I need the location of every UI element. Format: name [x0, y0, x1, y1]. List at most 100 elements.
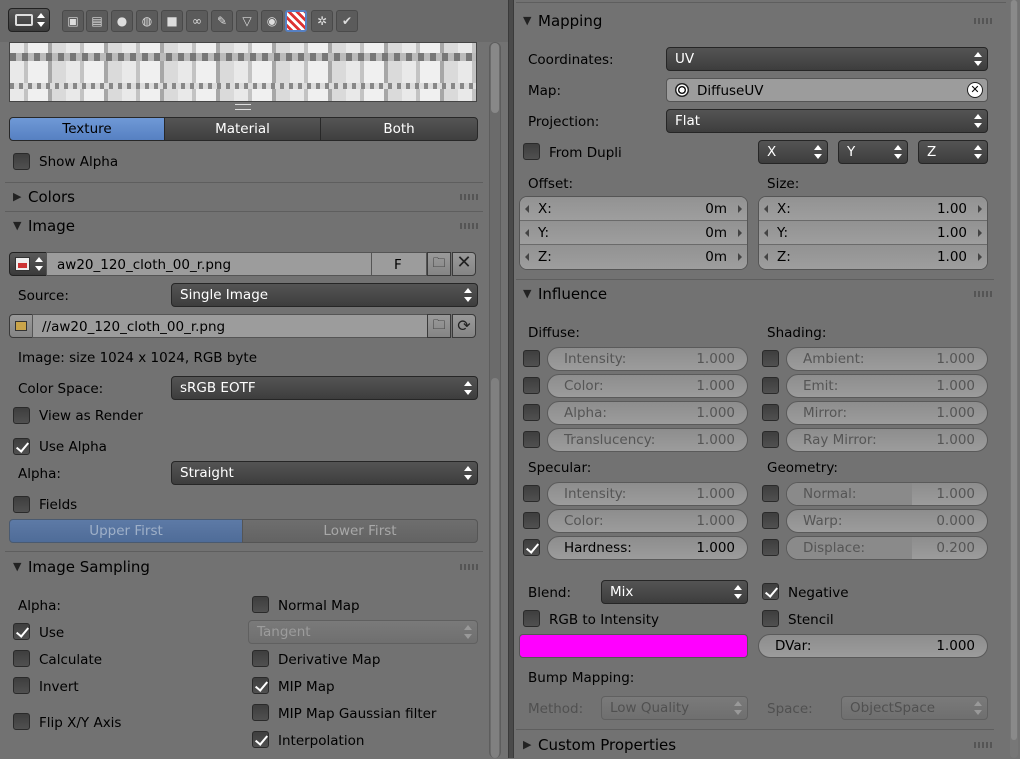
diffuse-translucency-checkbox[interactable] [523, 431, 540, 448]
interpolation-checkbox[interactable] [252, 731, 269, 748]
calculate-checkbox[interactable] [13, 650, 30, 667]
source-dropdown[interactable]: Single Image [171, 283, 478, 307]
geometry-normal-checkbox[interactable] [762, 485, 779, 502]
geometry-normal-slider[interactable]: Normal: 1.000 [786, 482, 988, 506]
upper-first-toggle[interactable]: Upper First [9, 519, 243, 543]
fields-checkbox[interactable] [13, 496, 30, 513]
shading-ray-mirror-checkbox[interactable] [762, 431, 779, 448]
pack-icon[interactable] [9, 314, 33, 338]
image-sampling-panel-header[interactable]: ▼ Image Sampling [10, 555, 480, 581]
tab-both[interactable]: Both [320, 117, 478, 141]
flip-xy-checkbox[interactable] [13, 713, 30, 730]
offset-y-field[interactable]: Y: 0m [520, 221, 747, 245]
increment-arrow-icon[interactable] [978, 253, 982, 261]
axis-y-dropdown[interactable]: Y [838, 140, 908, 164]
file-browse-icon[interactable]: 🗀 [427, 314, 451, 338]
mip-map-checkbox[interactable] [252, 677, 269, 694]
open-folder-icon[interactable]: 🗀 [427, 252, 451, 276]
normal-map-checkbox[interactable] [252, 596, 269, 613]
drag-grip-icon[interactable] [460, 223, 478, 229]
diffuse-intensity-checkbox[interactable] [523, 350, 540, 367]
derivative-map-checkbox[interactable] [252, 650, 269, 667]
axis-x-dropdown[interactable]: X [758, 140, 828, 164]
left-scrollbar-thumb[interactable] [491, 43, 499, 113]
tab-texture[interactable]: Texture [9, 117, 165, 141]
mapping-panel-header[interactable]: ▼ Mapping [520, 9, 992, 35]
particles-icon[interactable]: ✲ [311, 10, 333, 32]
bump-method-dropdown[interactable]: Low Quality [601, 696, 748, 720]
uv-map-field[interactable]: DiffuseUV ✕ [666, 78, 988, 102]
negative-checkbox[interactable] [762, 583, 779, 600]
render-layers-icon[interactable]: ▤ [86, 10, 108, 32]
drag-grip-icon[interactable] [974, 291, 992, 297]
diffuse-color-checkbox[interactable] [523, 377, 540, 394]
specular-hardness-checkbox[interactable] [523, 539, 540, 556]
increment-arrow-icon[interactable] [978, 229, 982, 237]
invert-checkbox[interactable] [13, 677, 30, 694]
lower-first-toggle[interactable]: Lower First [242, 519, 478, 543]
normal-space-dropdown[interactable]: Tangent [248, 620, 478, 644]
modifiers-icon[interactable]: ✎ [211, 10, 233, 32]
reload-icon[interactable]: ⟳ [452, 314, 476, 338]
specular-intensity-slider[interactable]: Intensity: 1.000 [547, 482, 748, 506]
decrement-arrow-icon[interactable] [764, 253, 768, 261]
mip-gaussian-checkbox[interactable] [252, 704, 269, 721]
coordinates-dropdown[interactable]: UV [666, 47, 988, 71]
decrement-arrow-icon[interactable] [764, 229, 768, 237]
geometry-warp-checkbox[interactable] [762, 512, 779, 529]
offset-z-field[interactable]: Z: 0m [520, 245, 747, 269]
image-name-field[interactable]: aw20_120_cloth_00_r.png [46, 252, 372, 276]
image-browse-button[interactable] [9, 252, 47, 276]
influence-panel-header[interactable]: ▼ Influence [520, 282, 992, 308]
use-alpha-checkbox[interactable] [13, 438, 30, 455]
scene-icon[interactable]: ● [111, 10, 133, 32]
data-icon[interactable]: ▽ [236, 10, 258, 32]
size-x-field[interactable]: X: 1.00 [759, 197, 987, 221]
world-icon[interactable]: ◍ [136, 10, 158, 32]
shading-ambient-checkbox[interactable] [762, 350, 779, 367]
texture-color-swatch[interactable] [519, 634, 748, 658]
shading-mirror-slider[interactable]: Mirror: 1.000 [786, 401, 988, 425]
image-panel-header[interactable]: ▼ Image [10, 214, 480, 240]
rgb-to-intensity-checkbox[interactable] [523, 610, 540, 627]
diffuse-alpha-slider[interactable]: Alpha: 1.000 [547, 401, 748, 425]
stencil-checkbox[interactable] [762, 610, 779, 627]
close-icon[interactable]: ✕ [452, 252, 476, 276]
geometry-displace-checkbox[interactable] [762, 539, 779, 556]
alpha-mode-dropdown[interactable]: Straight [171, 461, 478, 485]
specular-color-checkbox[interactable] [523, 512, 540, 529]
material-icon[interactable]: ◉ [261, 10, 283, 32]
projection-dropdown[interactable]: Flat [666, 109, 988, 133]
decrement-arrow-icon[interactable] [525, 205, 529, 213]
dvar-slider[interactable]: DVar: 1.000 [758, 634, 988, 658]
physics-icon[interactable]: ✔ [336, 10, 358, 32]
diffuse-intensity-slider[interactable]: Intensity: 1.000 [547, 347, 748, 371]
clear-icon[interactable]: ✕ [967, 82, 983, 98]
object-icon[interactable]: ■ [161, 10, 183, 32]
decrement-arrow-icon[interactable] [764, 205, 768, 213]
specular-intensity-checkbox[interactable] [523, 485, 540, 502]
drag-grip-icon[interactable] [460, 564, 478, 570]
right-scrollbar-thumb[interactable] [1011, 0, 1017, 740]
bump-space-dropdown[interactable]: ObjectSpace [841, 696, 988, 720]
custom-properties-panel-header[interactable]: ▶ Custom Properties [520, 733, 992, 759]
offset-x-field[interactable]: X: 0m [520, 197, 747, 221]
shading-ambient-slider[interactable]: Ambient: 1.000 [786, 347, 988, 371]
increment-arrow-icon[interactable] [978, 205, 982, 213]
left-scrollbar[interactable] [489, 42, 501, 758]
drag-grip-icon[interactable] [974, 18, 992, 24]
geometry-displace-slider[interactable]: Displace: 0.200 [786, 536, 988, 560]
shading-ray-mirror-slider[interactable]: Ray Mirror: 1.000 [786, 428, 988, 452]
axis-z-dropdown[interactable]: Z [918, 140, 988, 164]
colors-panel-header[interactable]: ▶ Colors [10, 185, 480, 211]
right-scrollbar[interactable] [1010, 0, 1018, 758]
increment-arrow-icon[interactable] [738, 253, 742, 261]
shading-emit-checkbox[interactable] [762, 377, 779, 394]
geometry-warp-slider[interactable]: Warp: 0.000 [786, 509, 988, 533]
decrement-arrow-icon[interactable] [525, 253, 529, 261]
shading-emit-slider[interactable]: Emit: 1.000 [786, 374, 988, 398]
fake-user-button[interactable]: F [371, 252, 427, 276]
drag-grip-icon[interactable] [460, 194, 478, 200]
drag-grip-icon[interactable] [974, 742, 992, 748]
render-icon[interactable]: ▣ [62, 10, 84, 32]
